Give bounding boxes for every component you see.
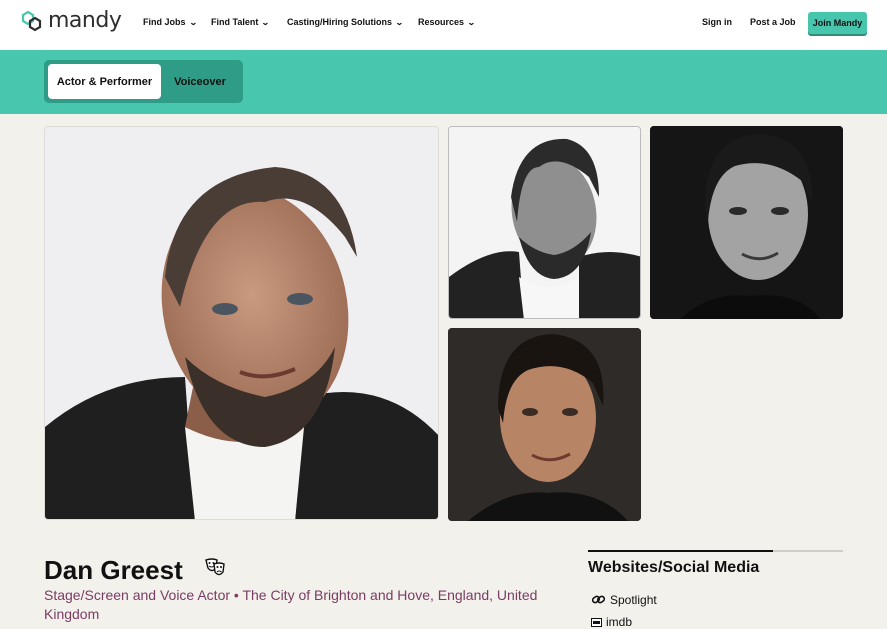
- headshot-bw-photo: [650, 126, 843, 319]
- headshot-4[interactable]: [448, 328, 641, 521]
- nav-casting-hiring[interactable]: Casting/Hiring Solutions ⌄: [287, 17, 404, 27]
- chevron-down-icon: ⌄: [261, 17, 271, 27]
- profile-subtitle: Stage/Screen and Voice Actor • The City …: [44, 587, 538, 622]
- sign-in-link[interactable]: Sign in: [702, 17, 732, 27]
- section-divider-active: [588, 550, 773, 552]
- websites-social-title: Websites/Social Media: [588, 559, 760, 576]
- mandy-logo-icon: [21, 10, 42, 31]
- nav-find-talent[interactable]: Find Talent ⌄: [211, 17, 271, 27]
- headshot-bw-photo: [449, 127, 640, 318]
- nav-resources-label: Resources: [418, 17, 465, 27]
- headshot-color-photo: [45, 127, 438, 519]
- post-job-link[interactable]: Post a Job: [750, 17, 796, 27]
- tab-voiceover[interactable]: Voiceover: [161, 64, 239, 99]
- chevron-down-icon: ⌄: [467, 17, 476, 27]
- section-divider: [588, 550, 843, 552]
- headshot-main[interactable]: [44, 126, 439, 520]
- headshot-3[interactable]: [650, 126, 843, 319]
- imdb-link-label: imdb: [606, 615, 633, 629]
- nav-find-jobs[interactable]: Find Jobs ⌄: [143, 17, 198, 27]
- headshot-2[interactable]: [448, 126, 641, 319]
- chevron-down-icon: ⌄: [188, 17, 198, 27]
- nav-casting-hiring-label: Casting/Hiring Solutions: [287, 17, 392, 27]
- profile-type-tabs: Actor & Performer Voiceover: [44, 60, 243, 103]
- join-mandy-button[interactable]: Join Mandy: [808, 12, 867, 34]
- brand-name: mandy: [48, 8, 122, 33]
- mandy-logo[interactable]: mandy: [20, 8, 122, 33]
- top-navigation: mandy Find Jobs ⌄ Find Talent ⌄ Casting/…: [0, 0, 887, 50]
- nav-find-talent-label: Find Talent: [211, 17, 259, 27]
- profile-name: Dan Greest: [44, 555, 183, 585]
- chevron-down-icon: ⌄: [394, 17, 404, 27]
- theatre-masks-icon: [205, 558, 225, 576]
- spotlight-link[interactable]: Spotlight: [591, 592, 657, 607]
- spotlight-link-label: Spotlight: [610, 592, 657, 607]
- imdb-link[interactable]: imdb: [591, 615, 632, 629]
- nav-find-jobs-label: Find Jobs: [143, 17, 186, 27]
- link-icon: [591, 595, 606, 604]
- tab-actor-performer[interactable]: Actor & Performer: [48, 64, 161, 99]
- nav-resources[interactable]: Resources ⌄: [418, 17, 476, 27]
- imdb-icon: [591, 617, 602, 627]
- headshot-color-photo: [448, 328, 641, 521]
- profile-type-band: Actor & Performer Voiceover: [0, 50, 887, 114]
